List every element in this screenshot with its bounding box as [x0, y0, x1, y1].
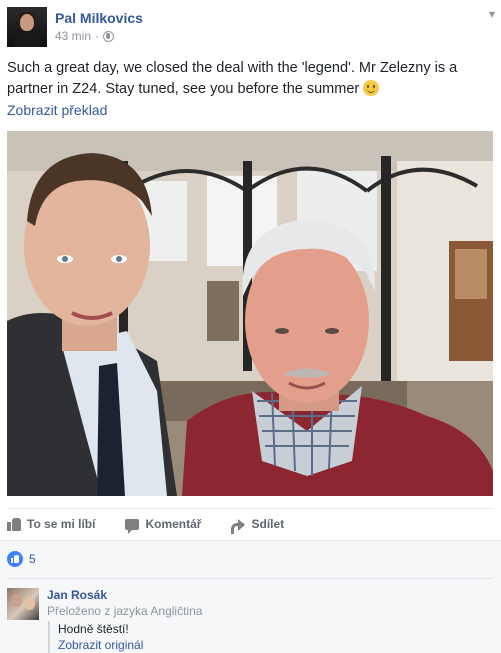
post-body: Such a great day, we closed the deal wit…: [7, 60, 458, 97]
translation-note: Přeloženo z jazyka Angličtina: [47, 604, 203, 618]
author-avatar[interactable]: [7, 7, 47, 47]
facebook-post: Pal Milkovics 43 min · ▾ Such a great da…: [0, 0, 501, 653]
comment-icon: [125, 518, 140, 534]
commenter-avatar[interactable]: [7, 588, 39, 620]
feedback-area: 5 Jan Rosák Přeloženo z jazyka Angličtin…: [0, 540, 501, 653]
globe-icon[interactable]: [103, 30, 115, 42]
chevron-down-icon[interactable]: ▾: [489, 7, 495, 21]
translate-link[interactable]: Zobrazit překlad: [7, 102, 107, 118]
post-meta: 43 min ·: [55, 29, 115, 43]
like-reaction-icon: [7, 551, 23, 567]
post-time[interactable]: 43 min: [55, 29, 91, 43]
divider: [7, 578, 493, 579]
meta-separator: ·: [95, 29, 100, 43]
action-bar: To se mi líbí Komentář Sdílet: [7, 508, 493, 538]
comment-button[interactable]: Komentář: [125, 516, 202, 534]
comment-item: Jan Rosák Přeloženo z jazyka Angličtina …: [7, 587, 495, 653]
post-text: Such a great day, we closed the deal wit…: [7, 58, 495, 100]
share-label: Sdílet: [251, 516, 285, 531]
reaction-summary[interactable]: 5: [7, 551, 36, 567]
comment-quote: Hodně štěstí! Zobrazit originál: [48, 621, 143, 653]
comment-label: Komentář: [145, 516, 202, 531]
like-label: To se mi líbí: [27, 516, 96, 531]
like-button[interactable]: To se mi líbí: [7, 517, 95, 531]
commenter-name[interactable]: Jan Rosák: [47, 588, 107, 602]
post-header: Pal Milkovics 43 min · ▾: [7, 7, 497, 47]
post-photo[interactable]: [7, 131, 493, 496]
reaction-count[interactable]: 5: [29, 552, 36, 566]
comment-text: Hodně štěstí!: [58, 622, 129, 636]
show-original-link[interactable]: Zobrazit originál: [58, 637, 143, 653]
smile-emoji-icon: [363, 80, 380, 96]
author-name[interactable]: Pal Milkovics: [55, 10, 143, 26]
share-icon: [231, 517, 246, 534]
share-button[interactable]: Sdílet: [231, 516, 285, 534]
thumbs-up-icon: [7, 517, 21, 531]
